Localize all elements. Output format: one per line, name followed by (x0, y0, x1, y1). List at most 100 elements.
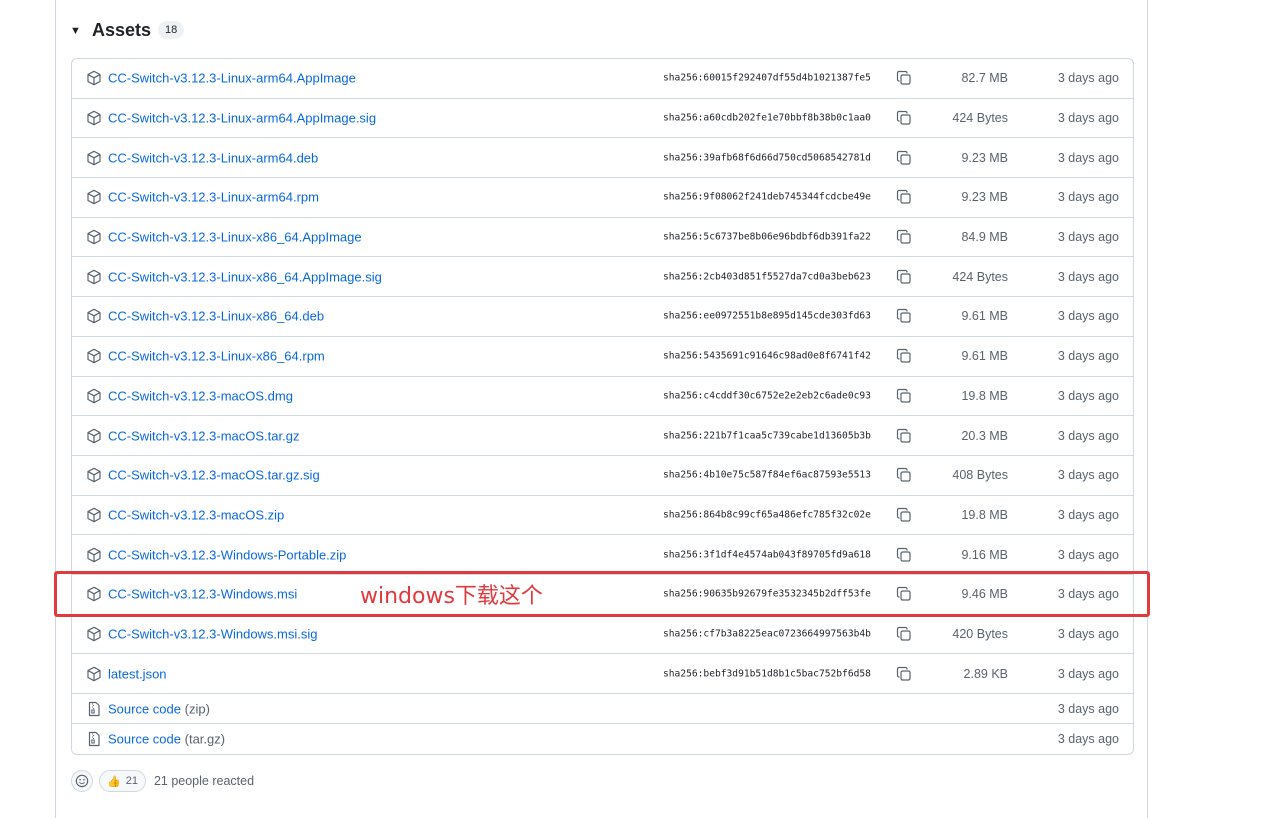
asset-row: CC-Switch-v3.12.3-Windows-Portable.zip sh… (72, 535, 1133, 575)
asset-row: CC-Switch-v3.12.3-macOS.dmg sha256:c4cddf… (72, 377, 1133, 417)
asset-row: CC-Switch-v3.12.3-Linux-x86_64.AppImage s… (72, 218, 1133, 258)
asset-date: 3 days ago (1057, 547, 1119, 562)
asset-link[interactable]: CC-Switch-v3.12.3-Windows.msi.sig (108, 626, 318, 641)
package-icon (86, 428, 102, 444)
package-icon (86, 388, 102, 404)
copy-icon[interactable] (896, 189, 912, 205)
asset-size: 84.9 MB (961, 230, 1008, 245)
assets-list: CC-Switch-v3.12.3-Linux-arm64.AppImage sh… (71, 58, 1134, 755)
copy-icon[interactable] (896, 626, 912, 642)
reaction-thumbsup-button[interactable]: 👍 21 (99, 770, 146, 792)
asset-link[interactable]: latest.json (108, 666, 167, 681)
asset-link[interactable]: CC-Switch-v3.12.3-macOS.tar.gz (108, 428, 299, 443)
asset-link[interactable]: CC-Switch-v3.12.3-Linux-arm64.AppImage.s… (108, 111, 376, 126)
copy-icon[interactable] (896, 467, 912, 483)
asset-date: 3 days ago (1057, 587, 1119, 602)
copy-icon[interactable] (896, 388, 912, 404)
asset-sha: sha256:cf7b3a8225eac0723664997563b4b (663, 628, 871, 640)
asset-link[interactable]: CC-Switch-v3.12.3-Linux-x86_64.AppImage.… (108, 269, 382, 284)
copy-icon[interactable] (896, 269, 912, 285)
assets-count-badge: 18 (158, 21, 185, 39)
asset-sha: sha256:60015f292407df55d4b1021387fe5 (663, 72, 871, 84)
add-reaction-button[interactable] (71, 770, 93, 792)
asset-link[interactable]: CC-Switch-v3.12.3-macOS.dmg (108, 388, 293, 403)
asset-date: 3 days ago (1057, 388, 1119, 403)
package-icon (86, 110, 102, 126)
asset-size: 2.89 KB (963, 666, 1008, 681)
copy-icon[interactable] (896, 586, 912, 602)
asset-link[interactable]: CC-Switch-v3.12.3-Linux-arm64.rpm (108, 190, 319, 205)
copy-icon[interactable] (896, 666, 912, 682)
source-code-row: Source code (tar.gz) 3 days ago (72, 724, 1133, 754)
asset-link[interactable]: CC-Switch-v3.12.3-Linux-x86_64.deb (108, 309, 324, 324)
asset-date: 3 days ago (1057, 507, 1119, 522)
asset-row: CC-Switch-v3.12.3-Linux-x86_64.AppImage.… (72, 257, 1133, 298)
asset-sha: sha256:90635b92679fe3532345b2dff53fe (663, 588, 871, 600)
asset-date: 3 days ago (1057, 190, 1119, 205)
asset-link[interactable]: CC-Switch-v3.12.3-Linux-x86_64.rpm (108, 349, 325, 364)
asset-link[interactable]: CC-Switch-v3.12.3-Linux-x86_64.AppImage (108, 230, 362, 245)
asset-sha: sha256:ee0972551b8e895d145cde303fd63 (663, 310, 871, 322)
asset-sha: sha256:c4cddf30c6752e2e2eb2c6ade0c93 (663, 390, 871, 402)
asset-size: 420 Bytes (952, 626, 1008, 641)
asset-row: CC-Switch-v3.12.3-Linux-x86_64.deb sha256… (72, 297, 1133, 337)
asset-size: 9.61 MB (961, 309, 1008, 324)
file-zip-icon (86, 701, 102, 717)
asset-date: 3 days ago (1057, 349, 1119, 364)
asset-date: 3 days ago (1057, 309, 1119, 324)
reaction-emoji: 👍 (107, 775, 121, 788)
asset-link[interactable]: CC-Switch-v3.12.3-Linux-arm64.deb (108, 150, 318, 165)
asset-size: 9.61 MB (961, 349, 1008, 364)
asset-row: CC-Switch-v3.12.3-Linux-x86_64.rpm sha256… (72, 337, 1133, 377)
source-code-link[interactable]: Source code (tar.gz) (108, 732, 225, 747)
package-icon (86, 269, 102, 285)
asset-row: CC-Switch-v3.12.3-macOS.tar.gz.sig sha256… (72, 456, 1133, 496)
asset-sha: sha256:4b10e75c587f84ef6ac87593e5513 (663, 469, 871, 481)
copy-icon[interactable] (896, 229, 912, 245)
source-code-link[interactable]: Source code (zip) (108, 701, 210, 716)
package-icon (86, 626, 102, 642)
copy-icon[interactable] (896, 150, 912, 166)
source-code-format: (tar.gz) (184, 731, 226, 747)
smiley-icon (75, 774, 89, 788)
copy-icon[interactable] (896, 547, 912, 563)
reaction-count: 21 (125, 775, 138, 787)
asset-sha: sha256:3f1df4e4574ab043f89705fd9a618 (663, 549, 871, 561)
asset-sha: sha256:221b7f1caa5c739cabe1d13605b3b (663, 430, 871, 442)
package-icon (86, 229, 102, 245)
package-icon (86, 467, 102, 483)
copy-icon[interactable] (896, 507, 912, 523)
asset-row: CC-Switch-v3.12.3-Linux-arm64.deb sha256:… (72, 138, 1133, 179)
copy-icon[interactable] (896, 70, 912, 86)
asset-link[interactable]: CC-Switch-v3.12.3-Windows-Portable.zip (108, 547, 346, 562)
assets-title: Assets (92, 19, 152, 40)
copy-icon[interactable] (896, 308, 912, 324)
asset-row: CC-Switch-v3.12.3-macOS.tar.gz sha256:221… (72, 416, 1133, 456)
package-icon (86, 70, 102, 86)
assets-header[interactable]: ▼ Assets 18 (70, 18, 185, 42)
package-icon (86, 586, 102, 602)
copy-icon[interactable] (896, 110, 912, 126)
asset-date: 3 days ago (1057, 71, 1119, 86)
asset-date: 3 days ago (1057, 111, 1119, 126)
package-icon (86, 666, 102, 682)
asset-link[interactable]: CC-Switch-v3.12.3-macOS.zip (108, 507, 284, 522)
copy-icon[interactable] (896, 428, 912, 444)
copy-icon[interactable] (896, 348, 912, 364)
asset-sha: sha256:2cb403d851f5527da7cd0a3beb623 (663, 271, 871, 283)
asset-date: 3 days ago (1057, 269, 1119, 284)
asset-link[interactable]: CC-Switch-v3.12.3-macOS.tar.gz.sig (108, 468, 320, 483)
asset-sha: sha256:39afb68f6d66d750cd5068542781d (663, 152, 871, 164)
asset-row: CC-Switch-v3.12.3-Linux-arm64.rpm sha256:… (72, 178, 1133, 218)
asset-size: 9.46 MB (961, 587, 1008, 602)
asset-date: 3 days ago (1057, 230, 1119, 245)
asset-link[interactable]: CC-Switch-v3.12.3-Linux-arm64.AppImage (108, 71, 356, 86)
asset-date: 3 days ago (1057, 150, 1119, 165)
asset-row: CC-Switch-v3.12.3-Linux-arm64.AppImage.s… (72, 99, 1133, 139)
asset-size: 82.7 MB (961, 71, 1008, 86)
asset-link[interactable]: CC-Switch-v3.12.3-Windows.msi (108, 587, 297, 602)
asset-size: 9.23 MB (961, 150, 1008, 165)
package-icon (86, 348, 102, 364)
caret-down-icon[interactable]: ▼ (70, 25, 84, 37)
package-icon (86, 308, 102, 324)
